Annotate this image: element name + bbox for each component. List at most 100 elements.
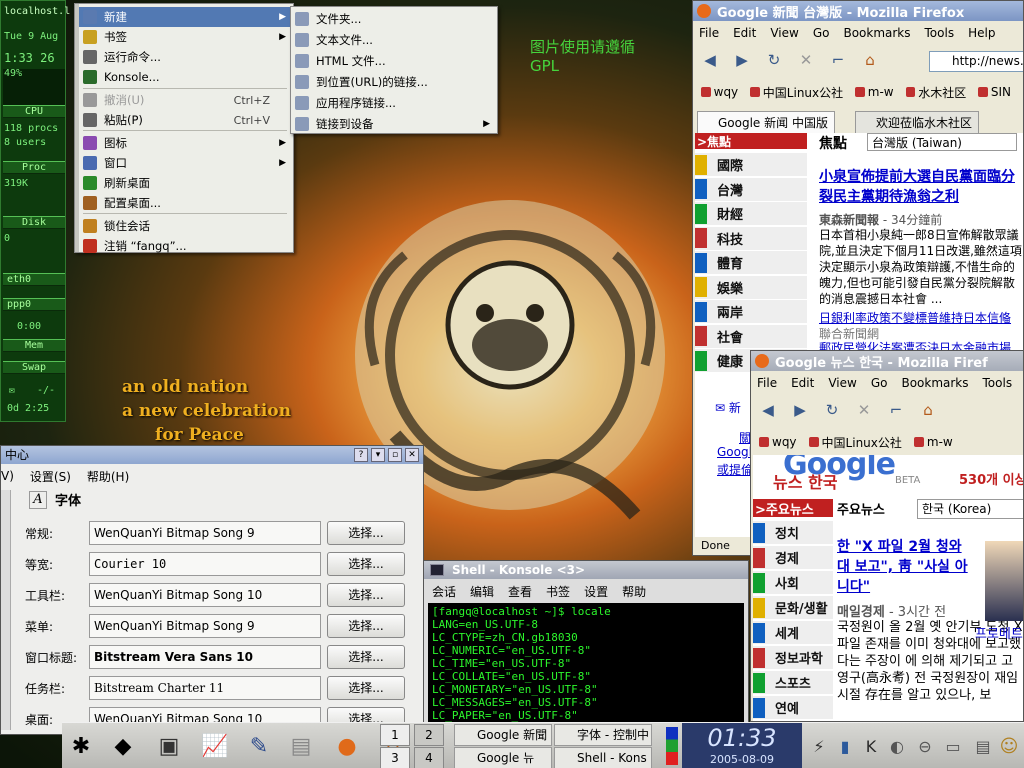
bookmark-item[interactable]: 中国Linux公社 (763, 84, 843, 101)
menu-item[interactable]: 新建 ▶ (79, 7, 292, 27)
category-item[interactable]: 社會 (695, 324, 807, 349)
ff1-tab-1[interactable]: Google 新闻 中国版 (697, 111, 835, 133)
cc-menu-item[interactable]: V) (1, 469, 14, 483)
konsole-menu-item[interactable]: 编辑 (470, 583, 494, 600)
choose-font-button[interactable]: 选择... (327, 614, 405, 638)
category-item[interactable]: 정치 (753, 521, 833, 545)
menu-item[interactable]: 锁住会话 (79, 216, 292, 236)
submenu-item[interactable]: 文本文件... (291, 30, 496, 50)
desktop-pager-2[interactable]: 2 (414, 724, 444, 746)
submenu-item[interactable]: 到位置(URL)的链接... (291, 72, 496, 92)
konsole-menu-item[interactable]: 会话 (432, 583, 456, 600)
desktop-pager-3[interactable]: 3 (380, 747, 410, 768)
category-item[interactable]: 娛樂 (695, 275, 807, 300)
category-item[interactable]: 문화/생활 (753, 596, 833, 620)
back-icon[interactable]: ◀ (699, 49, 721, 71)
bookmark-item[interactable]: wqy (714, 85, 739, 99)
stop-icon[interactable]: ✕ (853, 399, 875, 421)
home-icon[interactable]: ⌂ (859, 49, 881, 71)
bookmark-item[interactable]: m-w (927, 435, 953, 449)
category-item[interactable]: 정보과학 (753, 646, 833, 670)
ff1-left-link-3[interactable]: 或提倫 (717, 461, 753, 478)
ff1-link-2[interactable]: 日銀利率政策不變標普維持日本信偹 (819, 309, 1023, 326)
ff1-mail-link[interactable]: ✉ 新 (715, 399, 741, 416)
menu-item[interactable]: Konsole... (79, 67, 292, 87)
ff2-photo-caption[interactable]: 프로메트스 (975, 623, 1023, 642)
ff1-tab-2[interactable]: 欢迎莅临水木社区 (855, 111, 980, 133)
desktop-pager-1[interactable]: 1 (380, 724, 410, 746)
menu-help[interactable]: Help (968, 26, 995, 40)
menu-item[interactable]: 粘贴(P) Ctrl+V (79, 110, 292, 130)
diamond-app-icon[interactable]: ◆ (106, 729, 140, 763)
forward-icon[interactable]: ▶ (731, 49, 753, 71)
ff1-cat-header[interactable]: >焦點 (695, 133, 807, 149)
ff2-titlebar[interactable]: Google 뉴스 한국 - Mozilla Firef (751, 351, 1023, 371)
task-google-news[interactable]: Google 新聞 (454, 724, 552, 746)
category-item[interactable]: 사회 (753, 571, 833, 595)
menu-edit[interactable]: Edit (791, 376, 814, 390)
kmenu-icon[interactable]: ✱ (64, 729, 98, 763)
maximize-icon[interactable]: ▫ (388, 448, 402, 462)
choose-font-button[interactable]: 选择... (327, 521, 405, 545)
task-font-control[interactable]: 字体 - 控制中 (554, 724, 652, 746)
help-icon[interactable]: ? (354, 448, 368, 462)
konsole-menu-item[interactable]: 帮助 (622, 583, 646, 600)
bookmark-item[interactable]: SIN (991, 85, 1011, 99)
konsole-titlebar[interactable]: Shell - Konsole <3> (424, 561, 748, 579)
task-konsole[interactable]: Shell - Kons (554, 747, 652, 768)
category-item[interactable]: 科技 (695, 226, 807, 251)
menu-edit[interactable]: Edit (733, 26, 756, 40)
submenu-item[interactable]: HTML 文件... (291, 51, 496, 71)
bookmark-item[interactable]: wqy (772, 435, 797, 449)
terminal-launcher-icon[interactable]: ▣ (152, 729, 186, 763)
category-item[interactable]: 台灣 (695, 177, 807, 202)
submenu-item[interactable]: 文件夹... (291, 9, 496, 29)
ff1-headline-link[interactable]: 小泉宣佈提前大選自民黨面臨分裂民主黨期待漁翁之利 (819, 167, 1019, 207)
home-icon[interactable]: ⌂ (917, 399, 939, 421)
menu-item[interactable]: 配置桌面... (79, 193, 292, 213)
clock-applet[interactable]: 01:33 2005-08-09 (682, 723, 802, 768)
category-item[interactable]: 國際 (695, 153, 807, 177)
choose-font-button[interactable]: 选择... (327, 583, 405, 607)
new-window-icon[interactable]: ⌐ (885, 399, 907, 421)
minimize-icon[interactable]: ▾ (371, 448, 385, 462)
menu-tools[interactable]: Tools (925, 26, 955, 40)
menu-bookmarks[interactable]: Bookmarks (901, 376, 968, 390)
konsole-menu-item[interactable]: 查看 (508, 583, 532, 600)
menu-go[interactable]: Go (813, 26, 830, 40)
user-icon[interactable]: ☺ (992, 729, 1024, 763)
konsole-menu-item[interactable]: 设置 (584, 583, 608, 600)
menu-view[interactable]: View (828, 376, 856, 390)
category-item[interactable]: 스포츠 (753, 671, 833, 695)
bookmark-item[interactable]: 中国Linux公社 (822, 434, 902, 451)
tray-app-icon[interactable]: ▭ (936, 729, 970, 763)
ff1-edition-select[interactable]: 台灣版 (Taiwan) (867, 133, 1017, 151)
menu-file[interactable]: File (757, 376, 777, 390)
reload-icon[interactable]: ↻ (821, 399, 843, 421)
ff2-edition-select[interactable]: 한국 (Korea) (917, 499, 1023, 519)
cc-menu-item[interactable]: 设置(S) (30, 468, 71, 485)
category-item[interactable]: 세계 (753, 621, 833, 645)
menu-item[interactable]: 图标 ▶ (79, 133, 292, 153)
category-item[interactable]: 兩岸 (695, 300, 807, 324)
back-icon[interactable]: ◀ (757, 399, 779, 421)
submenu-item[interactable]: 链接到设备 ▶ (291, 114, 496, 134)
stop-icon[interactable]: ✕ (795, 49, 817, 71)
ff2-headline-link[interactable]: 한 "X 파일 2월 청와대 보고", 靑 "사실 아니다" (837, 537, 969, 597)
menu-item[interactable]: 刷新桌面 (79, 173, 292, 193)
ff1-left-link-2[interactable]: Googl (717, 445, 752, 459)
menu-go[interactable]: Go (871, 376, 888, 390)
ff2-cat-header[interactable]: >주요뉴스 (753, 499, 833, 518)
cc-menu-item[interactable]: 帮助(H) (87, 468, 129, 485)
submenu-item[interactable]: 应用程序链接... (291, 93, 496, 113)
desktop-pager-4[interactable]: 4 (414, 747, 444, 768)
menu-bookmarks[interactable]: Bookmarks (843, 26, 910, 40)
cc-side-scrollbar[interactable] (1, 490, 11, 730)
firefox-launcher-icon[interactable]: ● (330, 729, 364, 763)
editor-app-icon[interactable]: ✎ (242, 729, 276, 763)
choose-font-button[interactable]: 选择... (327, 552, 405, 576)
category-item[interactable]: 경제 (753, 546, 833, 570)
forward-icon[interactable]: ▶ (789, 399, 811, 421)
document-app-icon[interactable]: ▤ (284, 729, 318, 763)
bookmark-item[interactable]: m-w (868, 85, 894, 99)
